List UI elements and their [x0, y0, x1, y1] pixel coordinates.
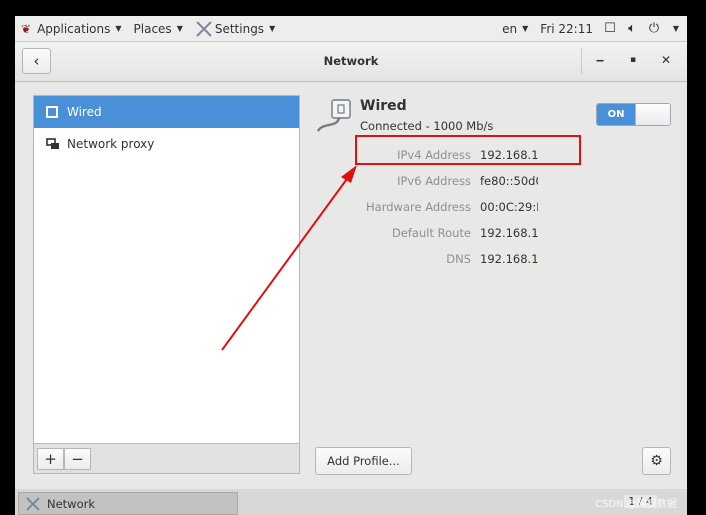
taskbar-window-label: Network — [47, 496, 96, 511]
taskbar: Network 1 / 4 — [15, 489, 687, 515]
watermark: CSDN @网安数据 — [595, 499, 677, 510]
taskbar-window-network[interactable]: Network — [18, 492, 238, 515]
settings-app-icon — [26, 496, 40, 511]
annotation-arrow — [221, 165, 357, 351]
